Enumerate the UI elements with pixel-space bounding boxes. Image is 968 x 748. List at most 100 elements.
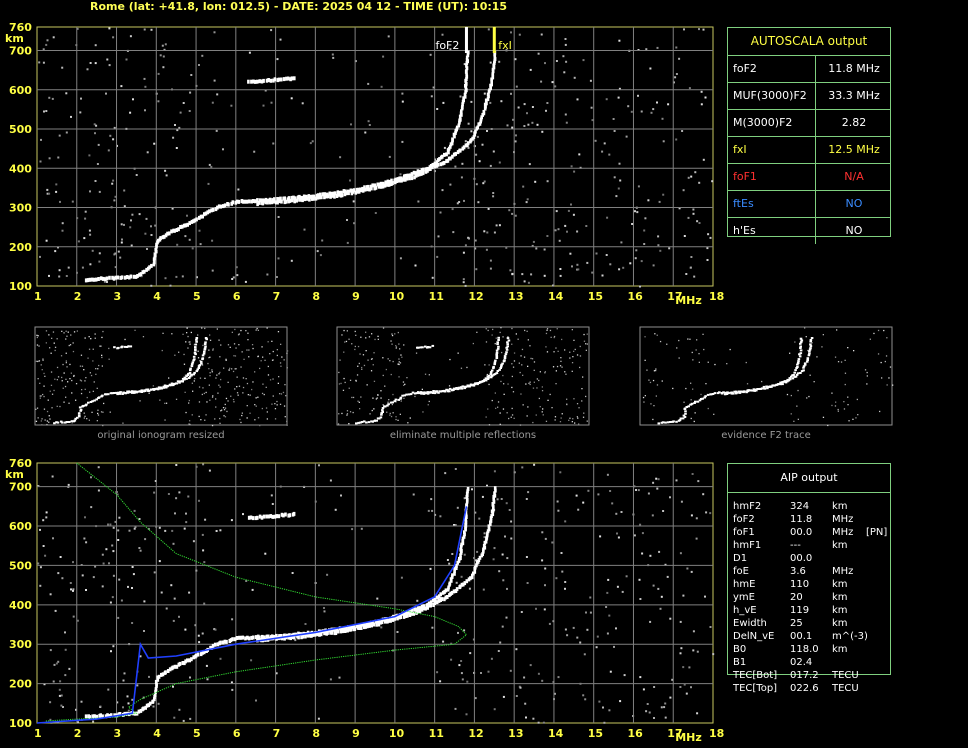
noise-dot <box>690 570 693 573</box>
thumbnail-noise <box>695 349 697 351</box>
noise-dot <box>188 591 191 594</box>
x-tick-label: 9 <box>352 727 360 740</box>
noise-dot <box>644 217 647 220</box>
thumbnail-noise <box>355 379 357 382</box>
noise-dot <box>483 230 486 233</box>
noise-dot <box>45 110 48 112</box>
noise-dot <box>143 630 145 632</box>
thumbnail-noise <box>51 407 53 409</box>
thumbnail-noise <box>283 359 285 361</box>
thumbnail-noise <box>342 389 345 391</box>
thumbnail-noise <box>246 349 248 351</box>
noise-dot <box>351 528 354 531</box>
trace-point-x-mode <box>353 627 357 631</box>
thumbnail-noise <box>178 351 180 353</box>
trace-point-x-mode <box>370 186 373 191</box>
thumbnail-noise <box>377 338 379 340</box>
noise-dot <box>120 85 123 88</box>
thumbnail-trace <box>193 358 196 361</box>
noise-dot <box>112 526 115 529</box>
thumbnail-trace <box>365 421 368 424</box>
thumbnail-noise <box>83 412 85 414</box>
thumbnail-noise <box>42 358 44 360</box>
autoscala-param: h'Es <box>733 224 756 237</box>
thumbnail-trace <box>809 347 812 350</box>
noise-dot <box>172 685 174 688</box>
noise-dot <box>521 273 524 276</box>
trace-point-o-mode <box>211 207 215 212</box>
noise-dot <box>120 241 123 244</box>
thumbnail-noise <box>559 365 562 367</box>
noise-dot <box>77 240 80 243</box>
noise-dot <box>564 224 567 227</box>
noise-dot <box>606 216 609 219</box>
thumbnail-trace <box>800 339 804 342</box>
thumbnail-trace <box>506 343 509 346</box>
thumbnail-noise <box>211 369 213 371</box>
thumbnail-trace <box>503 359 506 362</box>
thumbnail-noise <box>503 393 505 395</box>
thumbnail-noise <box>761 380 763 383</box>
noise-dot <box>709 512 712 515</box>
thumbnail-noise <box>39 397 41 399</box>
noise-dot <box>586 628 589 631</box>
thumbnail-noise <box>525 383 527 385</box>
noise-dot <box>162 55 165 58</box>
noise-dot <box>117 616 120 619</box>
thumbnail-noise <box>796 405 798 407</box>
thumbnail-noise <box>97 414 100 416</box>
thumbnail-noise <box>678 357 680 359</box>
thumbnail-noise <box>816 356 818 358</box>
thumbnail-trace <box>490 369 494 372</box>
thumbnail-trace <box>437 391 440 394</box>
noise-dot <box>559 274 562 277</box>
thumbnail-noise <box>794 341 796 343</box>
trace-point-o-mode <box>252 635 255 640</box>
noise-dot <box>54 250 57 253</box>
thumbnail-noise <box>488 383 490 386</box>
thumbnail-trace <box>727 392 730 395</box>
noise-dot <box>160 591 163 594</box>
noise-dot <box>37 562 40 565</box>
thumbnail-noise <box>693 420 695 423</box>
x-tick-label: 8 <box>312 290 320 303</box>
noise-dot <box>546 102 549 104</box>
aip-unit: m^(-3) <box>832 631 868 642</box>
noise-dot <box>164 277 167 280</box>
thumbnail-trace <box>129 345 133 348</box>
noise-dot <box>564 113 567 116</box>
thumbnail-trace <box>381 411 384 413</box>
noise-dot <box>61 66 64 69</box>
thumbnail-noise <box>271 403 273 405</box>
noise-dot <box>275 276 278 278</box>
trace-point-x-mode <box>341 629 345 634</box>
noise-dot <box>695 517 698 520</box>
noise-dot <box>522 185 525 188</box>
thumbnail-noise <box>690 399 692 401</box>
noise-dot <box>118 578 121 581</box>
thumbnail-noise <box>377 394 379 396</box>
thumbnail-trace <box>505 351 508 354</box>
thumbnail-trace <box>482 380 486 382</box>
thumbnail-noise <box>523 356 526 358</box>
thumbnail-trace <box>799 352 803 355</box>
noise-dot <box>609 263 612 266</box>
noise-dot <box>437 235 440 238</box>
noise-dot <box>541 679 544 682</box>
noise-dot <box>668 247 671 250</box>
thumbnail-noise <box>219 371 221 374</box>
noise-dot <box>679 652 682 655</box>
caption-eliminate: eliminate multiple reflections <box>389 430 537 441</box>
thumbnail-trace <box>807 354 811 357</box>
aip-unit: TECU <box>832 670 859 681</box>
thumbnail-noise <box>238 344 240 346</box>
thumbnail-noise <box>497 406 499 408</box>
thumbnail-noise <box>252 381 254 383</box>
thumbnail-noise <box>371 409 373 412</box>
thumbnail-noise <box>491 334 493 336</box>
thumbnail-noise <box>403 397 405 399</box>
thumbnail-noise <box>37 378 39 380</box>
thumbnail-noise <box>499 412 501 414</box>
noise-dot <box>692 212 695 215</box>
thumbnail-noise <box>351 343 353 345</box>
